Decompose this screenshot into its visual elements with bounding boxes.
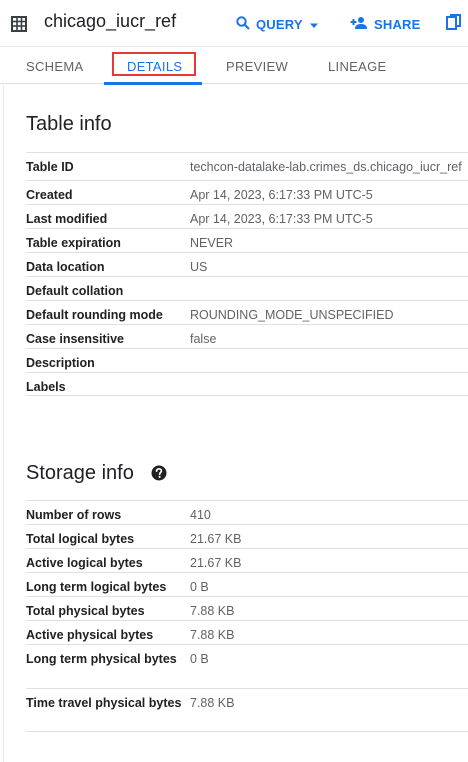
row-label: Default collation	[26, 284, 124, 298]
tab-highlight-outline	[112, 52, 196, 76]
table-row: Default collation	[26, 276, 468, 300]
table-row: Active logical bytes 21.67 KB	[26, 548, 468, 572]
table-row: Long term physical bytes 0 B	[26, 644, 468, 688]
table-row: Long term logical bytes 0 B	[26, 572, 468, 596]
table-row: Total physical bytes 7.88 KB	[26, 596, 468, 620]
tab-bar: SCHEMA DETAILS PREVIEW LINEAGE	[0, 46, 468, 85]
help-circle-icon[interactable]	[151, 465, 167, 481]
table-row: Time travel physical bytes 7.88 KB	[26, 688, 468, 732]
table-info-heading: Table info	[26, 113, 112, 135]
row-value: 7.88 KB	[190, 628, 235, 642]
copy-button[interactable]	[446, 14, 468, 34]
table-row: Default rounding mode ROUNDING_MODE_UNSP…	[26, 300, 468, 324]
table-row: Total logical bytes 21.67 KB	[26, 524, 468, 548]
row-label: Description	[26, 356, 95, 370]
row-label: Created	[26, 188, 73, 202]
row-label: Total logical bytes	[26, 532, 135, 546]
row-label: Table ID	[26, 160, 74, 174]
row-label: Long term logical bytes	[26, 580, 167, 594]
table-row: Description	[26, 348, 468, 372]
storage-info-heading: Storage info	[26, 462, 134, 484]
table-info-table: Table ID techcon-datalake-lab.crimes_ds.…	[26, 152, 468, 396]
row-label: Case insensitive	[26, 332, 124, 346]
row-value: 7.88 KB	[190, 604, 235, 618]
query-button-label: QUERY	[256, 16, 303, 32]
row-label: Data location	[26, 260, 105, 274]
tab-lineage[interactable]: LINEAGE	[328, 59, 386, 74]
row-value: Apr 14, 2023, 6:17:33 PM UTC-5	[190, 212, 373, 226]
row-label: Long term physical bytes	[26, 652, 177, 666]
tab-preview[interactable]: PREVIEW	[226, 59, 288, 74]
row-label: Default rounding mode	[26, 308, 163, 322]
table-row: Labels	[26, 372, 468, 396]
table-row: Case insensitive false	[26, 324, 468, 348]
table-row: Number of rows 410	[26, 500, 468, 524]
search-icon	[236, 15, 256, 33]
row-value: 410	[190, 508, 211, 522]
header-bar: chicago_iucr_ref QUERY SHARE	[0, 0, 468, 46]
row-label: Labels	[26, 380, 66, 394]
row-label: Number of rows	[26, 508, 122, 522]
row-value: ROUNDING_MODE_UNSPECIFIED	[190, 308, 394, 322]
row-label: Active physical bytes	[26, 628, 154, 642]
person-add-icon	[350, 16, 374, 33]
row-label: Active logical bytes	[26, 556, 143, 570]
row-value: techcon-datalake-lab.crimes_ds.chicago_i…	[190, 160, 462, 174]
row-value: US	[190, 260, 208, 274]
row-label: Last modified	[26, 212, 108, 226]
table-row: Table expiration NEVER	[26, 228, 468, 252]
table-row: Last modified Apr 14, 2023, 6:17:33 PM U…	[26, 204, 468, 228]
table-row: Data location US	[26, 252, 468, 276]
table-grid-icon	[11, 16, 27, 32]
tab-schema[interactable]: SCHEMA	[26, 59, 83, 74]
divider	[3, 85, 4, 762]
chevron-down-icon	[309, 17, 325, 32]
row-label: Total physical bytes	[26, 604, 145, 618]
row-value: 21.67 KB	[190, 532, 242, 546]
copy-icon	[446, 14, 462, 34]
row-value: 7.88 KB	[190, 696, 235, 710]
row-value: 0 B	[190, 580, 209, 594]
table-row: Table ID techcon-datalake-lab.crimes_ds.…	[26, 152, 468, 180]
storage-info-table: Number of rows 410 Total logical bytes 2…	[26, 500, 468, 732]
table-row: Active physical bytes 7.88 KB	[26, 620, 468, 644]
row-label: Time travel physical bytes	[26, 696, 182, 710]
query-button[interactable]: QUERY	[236, 14, 325, 34]
row-value: 21.67 KB	[190, 556, 242, 570]
row-label: Table expiration	[26, 236, 121, 250]
table-row: Created Apr 14, 2023, 6:17:33 PM UTC-5	[26, 180, 468, 204]
active-tab-indicator	[104, 82, 202, 85]
row-value: false	[190, 332, 217, 346]
row-value: Apr 14, 2023, 6:17:33 PM UTC-5	[190, 188, 373, 202]
share-button[interactable]: SHARE	[350, 14, 421, 34]
share-button-label: SHARE	[374, 16, 421, 32]
row-value: 0 B	[190, 652, 209, 666]
page-title: chicago_iucr_ref	[44, 11, 177, 31]
row-value: NEVER	[190, 236, 234, 250]
